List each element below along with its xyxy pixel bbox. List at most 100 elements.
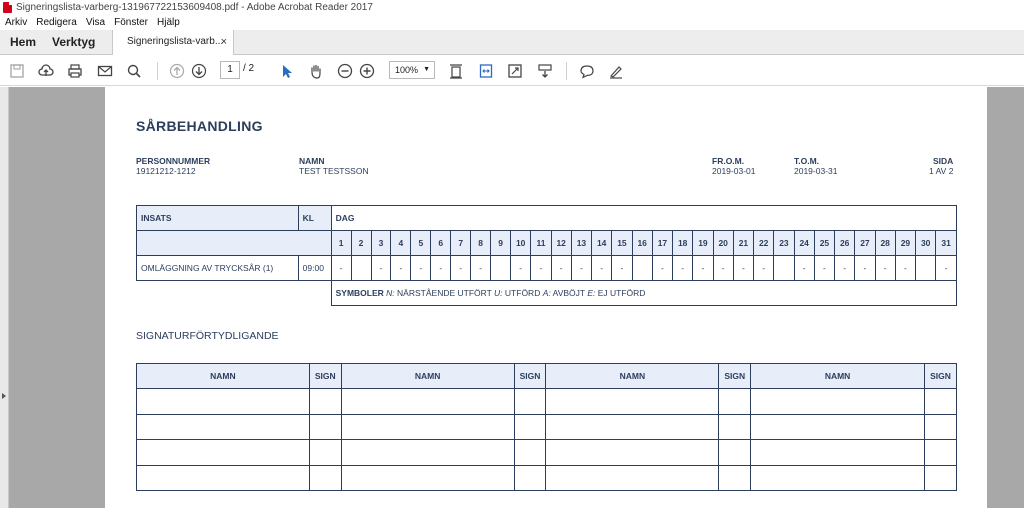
signature-cell[interactable] [923,388,958,415]
day-cell[interactable]: - [611,255,633,281]
comment-icon[interactable] [578,62,596,80]
menu-redigera[interactable]: Redigera [36,17,77,28]
email-icon[interactable] [96,62,114,80]
upload-cloud-icon[interactable] [37,62,55,80]
signature-cell[interactable] [718,413,752,440]
day-cell[interactable]: - [450,255,472,281]
day-cell[interactable]: - [732,255,755,281]
signature-cell[interactable] [923,439,958,466]
day-cell[interactable]: - [753,255,775,281]
signature-cell[interactable] [308,388,342,415]
navigation-pane-toggle[interactable] [0,87,9,508]
signature-cell[interactable] [923,464,958,491]
day-cell[interactable]: - [894,255,917,281]
day-cell[interactable]: - [672,255,694,281]
day-cell[interactable] [490,255,512,281]
day-cell[interactable]: - [370,255,392,281]
day-cell[interactable]: - [390,255,412,281]
signature-cell[interactable] [136,388,310,415]
symbol-text: AVBÖJT [552,288,585,298]
hand-tool-icon[interactable] [307,62,325,80]
personnummer-value: 19121212-1212 [136,166,196,176]
day-header-cell: 9 [490,230,512,256]
signature-cell[interactable] [513,413,547,440]
signature-cell[interactable] [513,388,547,415]
signature-cell[interactable] [308,464,342,491]
zoom-select[interactable]: 100% ▼ [389,61,435,79]
day-cell[interactable]: - [874,255,896,281]
signature-cell[interactable] [513,439,547,466]
day-cell[interactable]: - [570,255,593,281]
day-cell[interactable]: - [935,255,957,281]
zoom-in-icon[interactable] [358,62,376,80]
day-cell[interactable]: - [854,255,876,281]
day-header-cell: 27 [854,230,876,256]
signature-cell[interactable] [718,388,752,415]
signature-cell[interactable] [718,464,752,491]
day-cell[interactable]: - [834,255,856,281]
zoom-out-icon[interactable] [336,62,354,80]
day-cell[interactable]: - [591,255,613,281]
day-cell[interactable]: - [410,255,432,281]
day-header-cell: 4 [390,230,412,256]
signature-cell[interactable] [513,464,547,491]
signature-cell[interactable] [340,413,515,440]
signature-cell[interactable] [545,388,720,415]
day-header-cell: 5 [410,230,432,256]
select-pointer-icon[interactable] [278,62,296,80]
page-number-input[interactable]: 1 [220,61,240,79]
day-cell[interactable]: - [330,255,352,281]
highlight-pen-icon[interactable] [607,62,625,80]
fit-page-icon[interactable] [447,62,465,80]
next-page-icon[interactable] [190,62,208,80]
day-cell[interactable]: - [430,255,452,281]
tab-tools[interactable]: Verktyg [52,30,95,54]
signature-cell[interactable] [923,413,958,440]
signature-cell[interactable] [750,464,925,491]
tab-document[interactable]: Signeringslista-varb... × [112,30,234,55]
close-tab-icon[interactable]: × [221,30,227,54]
signature-cell[interactable] [750,439,925,466]
signature-cell[interactable] [545,413,720,440]
day-cell[interactable]: - [510,255,532,281]
signature-cell[interactable] [545,439,720,466]
signature-cell[interactable] [340,388,515,415]
menu-visa[interactable]: Visa [86,17,105,28]
signature-row [136,388,958,415]
scroll-mode-icon[interactable] [536,62,554,80]
signature-cell[interactable] [308,439,342,466]
day-cell[interactable] [631,255,653,281]
menu-hjalp[interactable]: Hjälp [157,17,180,28]
signature-cell[interactable] [750,413,925,440]
signature-cell[interactable] [340,439,515,466]
menu-fonster[interactable]: Fönster [114,17,148,28]
signature-cell[interactable] [545,464,720,491]
day-cell[interactable] [350,255,372,281]
signature-cell[interactable] [340,464,515,491]
day-cell[interactable]: - [692,255,714,281]
signature-cell[interactable] [136,439,310,466]
day-cell[interactable]: - [470,255,492,281]
search-icon[interactable] [125,62,143,80]
day-cell[interactable] [773,255,795,281]
day-cell[interactable] [915,255,937,281]
signature-cell[interactable] [750,388,925,415]
full-screen-icon[interactable] [506,62,524,80]
day-cell[interactable]: - [712,255,734,281]
signature-cell[interactable] [718,439,752,466]
toolbar-separator [157,62,158,80]
day-cell[interactable]: - [550,255,572,281]
menu-arkiv[interactable]: Arkiv [5,17,27,28]
day-cell[interactable]: - [530,255,552,281]
signature-cell[interactable] [136,464,310,491]
print-icon[interactable] [66,62,84,80]
signature-cell[interactable] [136,413,310,440]
signature-cell[interactable] [308,413,342,440]
day-cell[interactable]: - [793,255,815,281]
previous-page-icon[interactable] [168,62,186,80]
tab-home[interactable]: Hem [10,30,36,54]
save-icon[interactable] [8,62,26,80]
day-cell[interactable]: - [813,255,836,281]
fit-width-icon[interactable] [477,62,495,80]
day-cell[interactable]: - [651,255,674,281]
